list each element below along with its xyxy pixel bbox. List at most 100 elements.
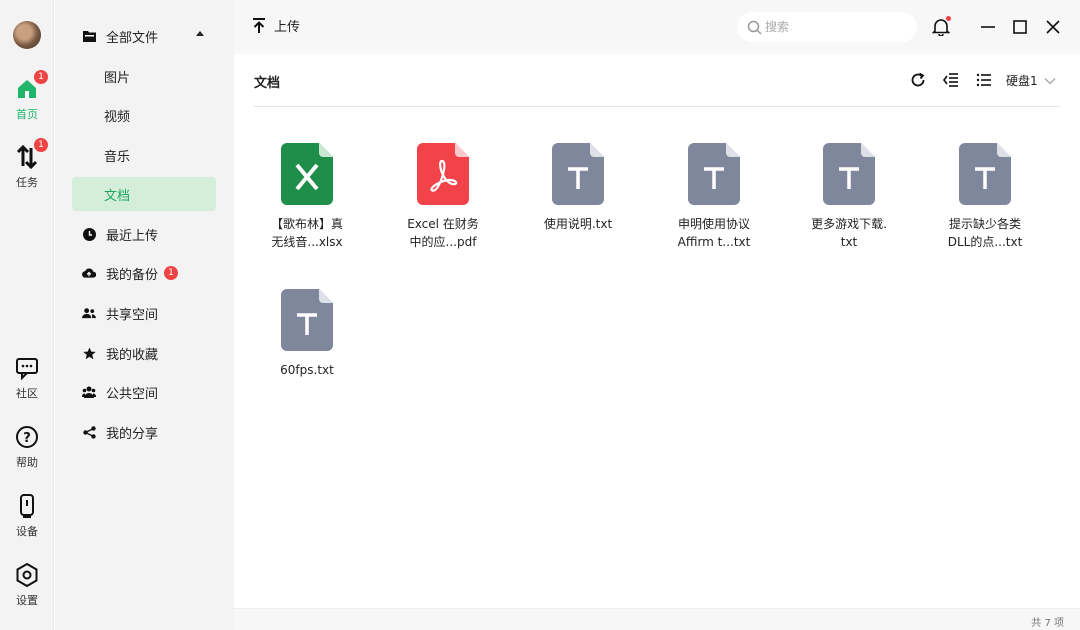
sidebar-item-images[interactable]: 图片 bbox=[72, 59, 216, 93]
home-icon: 1 bbox=[14, 70, 48, 102]
sidebar-item-my-shares[interactable]: 我的分享 bbox=[72, 415, 216, 449]
settings-icon bbox=[14, 562, 40, 588]
file-name-line1: 申明使用协议 bbox=[677, 217, 750, 231]
chevron-down-icon bbox=[1044, 77, 1056, 85]
minimize-button[interactable] bbox=[977, 16, 999, 38]
sidebar-item-music[interactable]: 音乐 bbox=[72, 138, 216, 172]
upload-icon bbox=[253, 17, 265, 33]
notification-dot bbox=[946, 16, 951, 21]
sidebar-item-my-backup[interactable]: 我的备份 1 bbox=[72, 256, 216, 290]
rail-tasks-label: 任务 bbox=[16, 176, 38, 189]
device-icon bbox=[14, 493, 40, 519]
cloud-upload-icon bbox=[82, 266, 96, 280]
close-button[interactable] bbox=[1042, 16, 1064, 38]
rail-home-label: 首页 bbox=[16, 108, 38, 121]
upload-label: 上传 bbox=[274, 20, 301, 35]
list-view-icon bbox=[976, 73, 991, 87]
top-bar: 上传 bbox=[234, 0, 1080, 54]
file-item[interactable]: 申明使用协议 Affirm t...txt bbox=[659, 143, 769, 251]
file-item[interactable]: 使用说明.txt bbox=[523, 143, 633, 233]
status-bar: 共 7 项 bbox=[234, 608, 1080, 630]
item-count: 共 7 项 bbox=[1031, 618, 1064, 629]
avatar[interactable] bbox=[13, 21, 41, 49]
page-title: 文档 bbox=[254, 76, 281, 91]
sidebar-item-label: 公共空间 bbox=[106, 386, 159, 402]
refresh-button[interactable] bbox=[908, 70, 928, 90]
sort-button[interactable] bbox=[941, 70, 961, 90]
sidebar-item-label: 全部文件 bbox=[106, 30, 159, 46]
upload-button[interactable]: 上传 bbox=[252, 16, 300, 35]
file-item[interactable]: 【歌布林】真 无线音...xlsx bbox=[252, 143, 362, 251]
help-icon: ? bbox=[14, 424, 40, 450]
rail-settings[interactable]: 设置 bbox=[0, 562, 54, 608]
text-file-icon bbox=[823, 143, 875, 205]
transfer-icon: 1 bbox=[14, 138, 48, 170]
rail-tasks[interactable]: 1 任务 bbox=[0, 138, 54, 190]
file-name-line1: 【歌布林】真 bbox=[270, 217, 343, 231]
sidebar-item-label: 我的备份 bbox=[106, 267, 159, 283]
text-file-icon bbox=[552, 143, 604, 205]
file-item[interactable]: 提示缺少各类 DLL的点...txt bbox=[930, 143, 1040, 251]
sidebar-item-public-space[interactable]: 公共空间 bbox=[72, 375, 216, 409]
users-icon bbox=[82, 306, 96, 320]
star-icon bbox=[82, 346, 96, 360]
sidebar: 全部文件 图片 视频 音乐 文档 最近上传 我的备份 1 共享空间 我的收藏 公… bbox=[55, 0, 234, 630]
sidebar-item-favorites[interactable]: 我的收藏 bbox=[72, 336, 216, 370]
file-item[interactable]: 60fps.txt bbox=[252, 289, 362, 379]
backup-badge: 1 bbox=[164, 266, 179, 280]
maximize-button[interactable] bbox=[1009, 16, 1031, 38]
rail-help-label: 帮助 bbox=[16, 456, 38, 469]
chat-icon bbox=[14, 355, 40, 381]
sidebar-item-recent-uploads[interactable]: 最近上传 bbox=[72, 217, 216, 251]
sidebar-item-shared-space[interactable]: 共享空间 bbox=[72, 296, 216, 330]
group-icon bbox=[82, 385, 96, 399]
sidebar-item-label: 图片 bbox=[104, 70, 131, 86]
main-panel: 上传 文档 硬盘1 【歌布林】真无线音 bbox=[234, 0, 1080, 630]
rail-home[interactable]: 1 首页 bbox=[0, 70, 54, 122]
sidebar-item-label: 共享空间 bbox=[106, 307, 159, 323]
file-name-line2: Affirm t...txt bbox=[677, 235, 751, 249]
pdf-file-icon bbox=[417, 143, 469, 205]
refresh-icon bbox=[911, 72, 925, 87]
left-rail: 1 首页 1 任务 社区 ? 帮助 设备 设置 bbox=[0, 0, 54, 630]
close-icon bbox=[1046, 20, 1060, 34]
sidebar-item-label: 音乐 bbox=[104, 149, 131, 165]
disk-select-value: 硬盘1 bbox=[1006, 74, 1038, 88]
notification-button[interactable] bbox=[930, 16, 952, 38]
sidebar-item-documents[interactable]: 文档 bbox=[72, 177, 216, 211]
file-name-line2: txt bbox=[840, 235, 858, 249]
rail-community-label: 社区 bbox=[16, 387, 38, 400]
folder-icon bbox=[82, 29, 96, 43]
search-icon bbox=[747, 20, 762, 35]
rail-community[interactable]: 社区 bbox=[0, 355, 54, 401]
file-item[interactable]: 更多游戏下载. txt bbox=[794, 143, 904, 251]
sidebar-item-label: 我的收藏 bbox=[106, 347, 159, 363]
search-input[interactable] bbox=[765, 20, 905, 34]
excel-file-icon bbox=[281, 143, 333, 205]
sidebar-item-label: 最近上传 bbox=[106, 228, 159, 244]
search-box[interactable] bbox=[737, 12, 917, 42]
sidebar-item-all-files[interactable]: 全部文件 bbox=[72, 19, 216, 53]
rail-help[interactable]: ? 帮助 bbox=[0, 424, 54, 470]
sidebar-item-videos[interactable]: 视频 bbox=[72, 98, 216, 132]
text-file-icon bbox=[281, 289, 333, 351]
share-icon bbox=[82, 425, 96, 439]
sidebar-item-label: 文档 bbox=[104, 188, 131, 204]
file-name-line1: 更多游戏下载. bbox=[811, 217, 887, 231]
clock-icon bbox=[82, 227, 96, 241]
file-name-line1: Excel 在财务 bbox=[407, 217, 479, 231]
file-item[interactable]: Excel 在财务 中的应...pdf bbox=[388, 143, 498, 251]
maximize-icon bbox=[1013, 20, 1027, 34]
disk-select[interactable]: 硬盘1 bbox=[1006, 72, 1056, 89]
file-name-line2: 无线音...xlsx bbox=[271, 235, 343, 249]
text-file-icon bbox=[959, 143, 1011, 205]
file-name-line1: 使用说明.txt bbox=[543, 217, 613, 231]
collapse-caret-icon[interactable] bbox=[196, 31, 204, 36]
svg-text:?: ? bbox=[23, 431, 31, 446]
text-file-icon bbox=[688, 143, 740, 205]
rail-device[interactable]: 设备 bbox=[0, 493, 54, 539]
home-badge: 1 bbox=[34, 70, 48, 84]
sidebar-item-label: 我的分享 bbox=[106, 426, 159, 442]
list-view-button[interactable] bbox=[974, 70, 994, 90]
file-name-line2: DLL的点...txt bbox=[947, 235, 1023, 249]
